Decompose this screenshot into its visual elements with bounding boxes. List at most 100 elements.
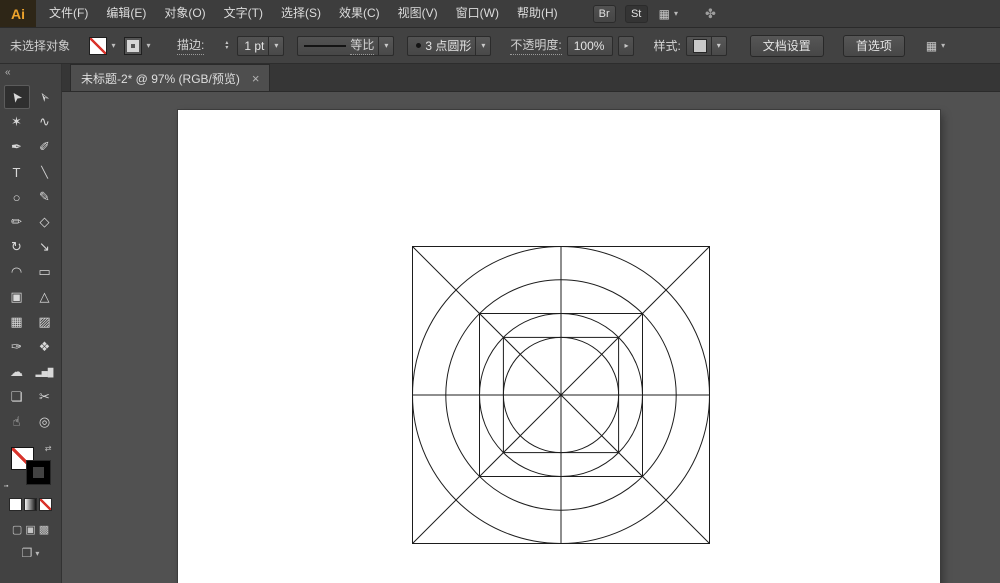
rotate-tool[interactable]: ↻ bbox=[4, 235, 30, 259]
color-button[interactable] bbox=[9, 498, 22, 511]
chevron-down-icon[interactable]: ▾ bbox=[108, 41, 119, 50]
brush-definition-combo[interactable]: 3 点圆形 ▾ bbox=[407, 35, 492, 56]
canvas-pasteboard[interactable] bbox=[62, 92, 1000, 583]
width-profile-combo[interactable]: 等比 ▾ bbox=[297, 35, 395, 56]
artboard[interactable] bbox=[178, 110, 940, 583]
free-transform-tool-icon: ▭ bbox=[38, 264, 51, 279]
opacity-field[interactable]: 100% bbox=[566, 35, 614, 56]
menu-object[interactable]: 对象(O) bbox=[155, 0, 214, 27]
menu-select[interactable]: 选择(S) bbox=[272, 0, 330, 27]
swap-fill-stroke-icon[interactable]: ⇄ bbox=[45, 444, 52, 453]
mesh-tool-icon: ▦ bbox=[10, 314, 23, 329]
close-icon[interactable]: × bbox=[252, 72, 260, 85]
menu-bar: Ai 文件(F) 编辑(E) 对象(O) 文字(T) 选择(S) 效果(C) 视图(V) 窗口… bbox=[0, 0, 1000, 28]
stepper-down-icon[interactable]: ▾ bbox=[221, 45, 232, 51]
perspective-grid-tool[interactable]: △ bbox=[32, 285, 58, 309]
chevron-down-icon[interactable]: ▾ bbox=[710, 36, 726, 55]
drawing-modes: ▢ ▣ ▩ bbox=[12, 523, 49, 536]
scale-tool[interactable]: ↘ bbox=[32, 235, 58, 259]
menu-view[interactable]: 视图(V) bbox=[389, 0, 447, 27]
magic-wand-tool-icon: ✶ bbox=[11, 114, 22, 129]
selection-tool[interactable]: ➤ bbox=[3, 85, 30, 109]
selection-tool-icon: ➤ bbox=[6, 88, 26, 107]
menu-type[interactable]: 文字(T) bbox=[215, 0, 272, 27]
magic-wand-tool[interactable]: ✶ bbox=[4, 110, 30, 134]
stroke-weight-stepper[interactable]: ▴ ▾ bbox=[221, 40, 232, 51]
hand-tool[interactable]: ☝ bbox=[4, 410, 30, 434]
lasso-tool[interactable]: ∿ bbox=[32, 110, 58, 134]
stroke-color-control[interactable]: ▾ bbox=[124, 36, 154, 55]
mesh-tool[interactable]: ▦ bbox=[4, 310, 30, 334]
stroke-indicator-black[interactable] bbox=[25, 460, 51, 485]
type-tool[interactable]: T bbox=[4, 160, 30, 184]
stock-button[interactable]: St bbox=[624, 4, 648, 23]
chevron-down-icon: ▾ bbox=[674, 9, 679, 18]
document-tab[interactable]: 未标题-2* @ 97% (RGB/预览) × bbox=[70, 64, 271, 91]
default-fill-stroke-icon[interactable]: ▫▪ bbox=[4, 483, 9, 490]
column-graph-tool[interactable]: ▂▅█ bbox=[32, 360, 58, 384]
paintbrush-tool[interactable]: ✐ bbox=[32, 135, 58, 159]
width-profile-label[interactable]: 等比 bbox=[350, 36, 375, 55]
draw-inside-button[interactable]: ▩ bbox=[39, 523, 49, 536]
shaper-tool[interactable]: ◇ bbox=[32, 210, 58, 234]
stroke-swatch[interactable] bbox=[124, 36, 143, 55]
direct-selection-tool[interactable]: ➣ bbox=[32, 85, 58, 109]
menu-effect[interactable]: 效果(C) bbox=[330, 0, 389, 27]
chevron-down-icon[interactable]: ▾ bbox=[268, 36, 284, 55]
menu-window[interactable]: 窗口(W) bbox=[447, 0, 508, 27]
fill-none-swatch[interactable] bbox=[89, 36, 108, 55]
menu-file[interactable]: 文件(F) bbox=[40, 0, 97, 27]
stroke-label[interactable]: 描边: bbox=[177, 36, 205, 55]
gradient-button[interactable] bbox=[24, 498, 37, 511]
pen-tool[interactable]: ✒ bbox=[4, 135, 30, 159]
opacity-value: 100% bbox=[573, 38, 605, 53]
zoom-tool-icon: ◎ bbox=[38, 414, 51, 429]
ellipse-tool[interactable]: ○ bbox=[4, 185, 30, 209]
menu-help[interactable]: 帮助(H) bbox=[508, 0, 567, 27]
document-setup-button[interactable]: 文档设置 bbox=[749, 34, 824, 57]
free-transform-tool[interactable]: ▭ bbox=[32, 260, 58, 284]
zoom-tool[interactable]: ◎ bbox=[32, 410, 58, 434]
symbol-sprayer-tool[interactable]: ☁ bbox=[4, 360, 30, 384]
eyedropper-tool[interactable]: ✑ bbox=[4, 335, 30, 359]
control-panel-menu[interactable]: ▦ ▾ bbox=[924, 39, 947, 53]
blob-brush-tool[interactable]: ✏ bbox=[4, 210, 30, 234]
artboard-tool[interactable]: ❏ bbox=[4, 385, 30, 409]
pencil-tool-icon: ✎ bbox=[39, 189, 50, 204]
stroke-weight-combo[interactable]: 1 pt ▾ bbox=[237, 35, 285, 56]
bridge-button[interactable]: Br bbox=[592, 4, 616, 23]
chevron-down-icon[interactable]: ▾ bbox=[378, 36, 394, 55]
draw-normal-button[interactable]: ▢ bbox=[12, 523, 22, 536]
menu-edit[interactable]: 编辑(E) bbox=[97, 0, 155, 27]
draw-behind-button[interactable]: ▣ bbox=[25, 523, 35, 536]
line-segment-tool[interactable]: ╲ bbox=[32, 160, 58, 184]
artwork[interactable] bbox=[411, 245, 711, 545]
chevron-down-icon[interactable]: ▾ bbox=[143, 41, 154, 50]
direct-selection-tool-icon: ➣ bbox=[34, 88, 54, 107]
slice-tool[interactable]: ✂ bbox=[32, 385, 58, 409]
width-tool[interactable]: ◠ bbox=[4, 260, 30, 284]
opacity-panel-arrow[interactable]: ▸ bbox=[618, 35, 635, 56]
fill-color-control[interactable]: ▾ bbox=[89, 36, 119, 55]
fill-stroke-indicator[interactable]: ⇄ ▫▪ bbox=[4, 444, 52, 490]
opacity-label[interactable]: 不透明度: bbox=[510, 36, 562, 55]
line-segment-tool-icon: ╲ bbox=[41, 166, 48, 179]
pencil-tool[interactable]: ✎ bbox=[32, 185, 58, 209]
grid-icon: ▦ bbox=[658, 6, 670, 21]
arrange-documents-button[interactable]: ▦ ▾ bbox=[657, 7, 680, 21]
gradient-tool[interactable]: ▨ bbox=[32, 310, 58, 334]
none-button[interactable] bbox=[39, 498, 52, 511]
artboard-tool-icon: ❏ bbox=[10, 389, 23, 404]
chevron-down-icon[interactable]: ▾ bbox=[475, 36, 491, 55]
cs-live-icon[interactable]: ✤ bbox=[705, 6, 716, 22]
style-combo[interactable]: ▾ bbox=[685, 35, 727, 56]
panel-menu-icon: ▦ bbox=[925, 38, 938, 53]
blend-tool-icon: ❖ bbox=[38, 339, 51, 354]
blend-tool[interactable]: ❖ bbox=[32, 335, 58, 359]
screen-mode-button[interactable]: ❐ ▾ bbox=[22, 546, 40, 560]
shape-builder-tool[interactable]: ▣ bbox=[4, 285, 30, 309]
style-label: 样式: bbox=[653, 39, 681, 53]
collapse-panel-icon[interactable]: « bbox=[0, 66, 16, 79]
preferences-button[interactable]: 首选项 bbox=[842, 34, 905, 57]
shaper-tool-icon: ◇ bbox=[39, 214, 50, 229]
